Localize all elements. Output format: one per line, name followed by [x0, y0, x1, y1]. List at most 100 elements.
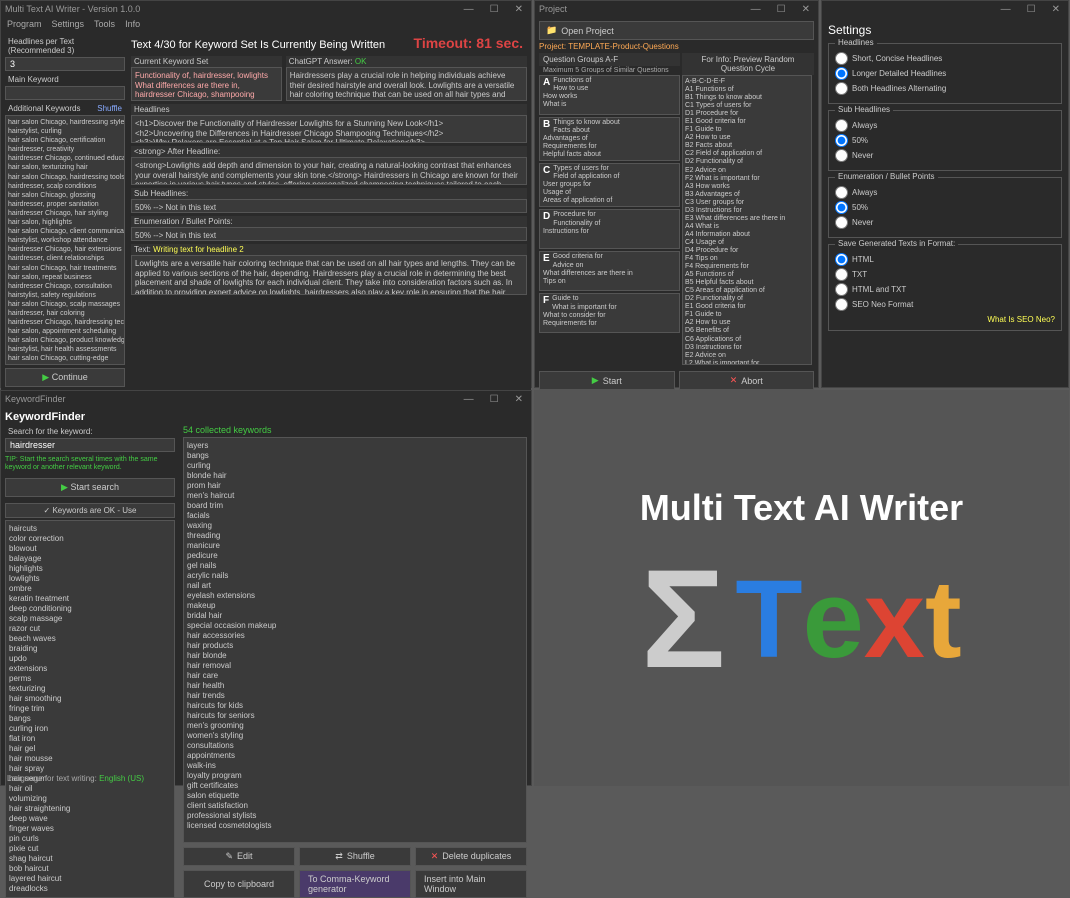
info-cycle-list: A-B-C-D-E-FA1 Functions ofB1 Things to k…	[682, 75, 812, 365]
qg-header: Question Groups A-F	[539, 53, 680, 66]
enum-label: Enumeration / Bullet Points:	[131, 216, 527, 227]
project-title: Project	[539, 4, 567, 14]
save-opt-both[interactable]	[835, 283, 848, 296]
group-B[interactable]: BThings to know about Facts about Advant…	[539, 117, 680, 161]
headlines-text: <h1>Discover the Functionality of Hairdr…	[131, 115, 527, 143]
logo-title: Multi Text AI Writer	[640, 487, 963, 529]
sub-opt-50[interactable]	[835, 134, 848, 147]
settings-titlebar: — ☐ ✕	[822, 1, 1068, 17]
sub-opt-never[interactable]	[835, 149, 848, 162]
insert-main-window-button[interactable]: Insert into Main Window	[415, 870, 527, 898]
close-icon[interactable]: ✕	[511, 394, 527, 405]
chatgpt-text: Hairdressers play a crucial role in help…	[286, 67, 527, 101]
group-A[interactable]: AFunctions of How to use How works What …	[539, 75, 680, 115]
close-icon[interactable]: ✕	[511, 4, 527, 15]
save-opt-html[interactable]	[835, 253, 848, 266]
headlines-label: Headlines	[131, 104, 527, 115]
text-body: Lowlights are a versatile hair coloring …	[131, 255, 527, 295]
headline-opt-short[interactable]	[835, 52, 848, 65]
logo-graphic: Σ Text	[641, 549, 961, 689]
start-button[interactable]: ▶ Start	[539, 371, 675, 390]
copy-clipboard-button[interactable]: Copy to clipboard	[183, 870, 295, 898]
folder-icon: 📁	[546, 25, 557, 36]
maximize-icon[interactable]: ☐	[486, 4, 503, 15]
continue-button[interactable]: ▶ Continue	[5, 368, 125, 387]
kf-right-list[interactable]: layersbangscurlingblonde hairprom hairme…	[183, 437, 527, 843]
keywords-ok-button[interactable]: ✓ Keywords are OK - Use	[5, 503, 175, 518]
enum-opt-never[interactable]	[835, 216, 848, 229]
group-D[interactable]: DProcedure for Functionality of Instruct…	[539, 209, 680, 249]
minimize-icon[interactable]: —	[460, 4, 478, 15]
cks-label: Current Keyword Set	[131, 56, 282, 67]
project-name: Project: TEMPLATE-Product-Questions	[539, 42, 814, 51]
kf-titlebar: KeywordFinder —☐✕	[1, 391, 531, 407]
kf-search-input[interactable]	[5, 438, 175, 452]
start-search-button[interactable]: ▶ Start search	[5, 478, 175, 497]
menu-info[interactable]: Info	[125, 19, 140, 29]
sub-opt-always[interactable]	[835, 119, 848, 132]
abort-button-project[interactable]: ✕ Abort	[679, 371, 815, 390]
keyword-finder-window: KeywordFinder —☐✕ KeywordFinder Search f…	[0, 390, 532, 786]
cks-text: Functionality of, hairdresser, lowlights…	[131, 67, 282, 101]
sigma-icon: Σ	[641, 549, 725, 689]
headlines-group: Headlines Short, Concise Headlines Longe…	[828, 43, 1062, 104]
main-title: Multi Text AI Writer - Version 1.0.0	[5, 4, 140, 14]
main-titlebar: Multi Text AI Writer - Version 1.0.0 — ☐…	[1, 1, 531, 17]
maximize-icon[interactable]: ☐	[1023, 4, 1040, 15]
subheadlines-group: Sub Headlines Always 50% Never	[828, 110, 1062, 171]
main-keyword-input[interactable]	[5, 86, 125, 100]
headline-opt-both[interactable]	[835, 82, 848, 95]
minimize-icon[interactable]: —	[997, 4, 1015, 15]
close-icon[interactable]: ✕	[798, 4, 814, 15]
save-opt-txt[interactable]	[835, 268, 848, 281]
strong-label: <strong> After Headline:	[131, 146, 527, 157]
text-wordmark: Text	[735, 556, 961, 683]
enum-opt-always[interactable]	[835, 186, 848, 199]
headline-opt-long[interactable]	[835, 67, 848, 80]
comma-generator-button[interactable]: To Comma-Keyword generator	[299, 870, 411, 898]
text-body-label: Text: Writing text for headline 2	[131, 244, 527, 255]
menu-program[interactable]: Program	[7, 19, 42, 29]
edit-button[interactable]: ✎ Edit	[183, 847, 295, 866]
group-F[interactable]: FGuide to What is important for What to …	[539, 293, 680, 333]
chatgpt-label: ChatGPT Answer: OK	[286, 56, 527, 67]
maximize-icon[interactable]: ☐	[773, 4, 790, 15]
headlines-per-text-label: Headlines per Text (Recommended 3)	[5, 35, 125, 57]
open-project-button[interactable]: 📁 Open Project	[539, 21, 814, 40]
timeout-display: Timeout: 81 sec.	[414, 35, 523, 51]
logo-panel: Multi Text AI Writer Σ Text	[534, 390, 1069, 786]
sub-headlines-label: Sub Headlines:	[131, 188, 527, 199]
maximize-icon[interactable]: ☐	[486, 394, 503, 405]
save-format-group: Save Generated Texts in Format: HTML TXT…	[828, 244, 1062, 331]
main-keyword-label: Main Keyword	[5, 73, 125, 86]
settings-window: — ☐ ✕ Settings Headlines Short, Concise He…	[821, 0, 1069, 388]
shuffle-link[interactable]: Shuffle	[97, 104, 122, 113]
kf-left-list[interactable]: haircutscolor correctionblowoutbalayageh…	[5, 520, 175, 898]
enum-text: 50% --> Not in this text	[131, 227, 527, 241]
info-header: For Info: Preview Random Question Cycle	[682, 53, 814, 75]
main-writer-window: Multi Text AI Writer - Version 1.0.0 — ☐…	[0, 0, 532, 388]
additional-keywords-list[interactable]: hair salon Chicago, hairdressing stylesh…	[5, 115, 125, 365]
seo-neo-link[interactable]: What Is SEO Neo?	[835, 315, 1055, 324]
enum-group: Enumeration / Bullet Points Always 50% N…	[828, 177, 1062, 238]
project-titlebar: Project — ☐ ✕	[535, 1, 818, 17]
enum-opt-50[interactable]	[835, 201, 848, 214]
shuffle-button[interactable]: ⇄ Shuffle	[299, 847, 411, 866]
strong-text: <strong>Lowlights add depth and dimensio…	[131, 157, 527, 185]
kf-tip: TIP: Start the search several times with…	[5, 456, 175, 473]
minimize-icon[interactable]: —	[460, 394, 478, 405]
headlines-per-text-input[interactable]	[5, 57, 125, 71]
group-E[interactable]: EGood criteria for Advice on What differ…	[539, 251, 680, 291]
settings-title: Settings	[828, 23, 1062, 37]
delete-duplicates-button[interactable]: ✕ Delete duplicates	[415, 847, 527, 866]
menu-tools[interactable]: Tools	[94, 19, 115, 29]
menu-settings[interactable]: Settings	[52, 19, 85, 29]
kf-search-label: Search for the keyword:	[5, 425, 175, 438]
main-menubar: Program Settings Tools Info	[1, 17, 531, 31]
close-icon[interactable]: ✕	[1048, 4, 1064, 15]
minimize-icon[interactable]: —	[747, 4, 765, 15]
save-opt-seo[interactable]	[835, 298, 848, 311]
kf-title: KeywordFinder	[5, 411, 527, 423]
collected-count: 54 collected keywords	[183, 425, 527, 435]
group-C[interactable]: CTypes of users for Field of application…	[539, 163, 680, 207]
